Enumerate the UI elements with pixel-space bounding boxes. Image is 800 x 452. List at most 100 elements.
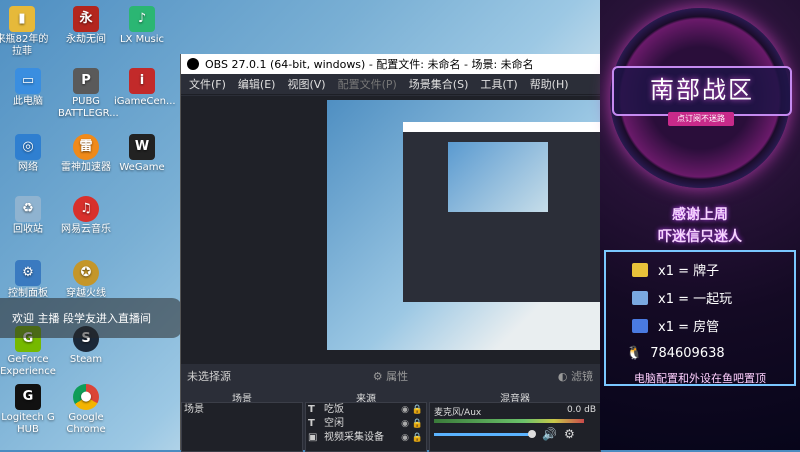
filters-label: 滤镜 [570, 370, 593, 383]
computer-icon: ▭ [15, 68, 41, 94]
obs-preview[interactable] [181, 96, 601, 364]
desktop-icon-recycle-bin[interactable]: ♻ 回收站 [0, 196, 56, 236]
desktop-icon-label: iGameCen... [114, 96, 176, 107]
gift-row: x1 = 房管 [632, 316, 719, 335]
preview-capture [327, 100, 601, 350]
gift-row-text: x1 = 房管 [658, 320, 720, 335]
mixer-dock-title: 混音器 [429, 390, 601, 405]
badge-icon [632, 262, 648, 277]
music-icon: ♪ [129, 6, 155, 32]
desktop-icon-wegame[interactable]: W WeGame [114, 134, 170, 174]
source-item[interactable]: T 空闲 ◉ 🔒 [306, 417, 426, 431]
gear-icon: ⚙ [372, 370, 383, 383]
thanks-line-2: 吓迷信只迷人 [658, 229, 742, 245]
source-item-label: 吃饭 [324, 404, 344, 415]
desktop-icon-pubg[interactable]: P PUBG BATTLEGR... [58, 68, 119, 120]
desktop-icon-crossfire[interactable]: ✪ 穿越火线 [58, 260, 114, 300]
visibility-eye-icon[interactable]: ◉ 🔒 [401, 431, 423, 445]
desktop-icon-logitech[interactable]: G Logitech G HUB [0, 384, 56, 436]
naraka-icon: 永 [73, 6, 99, 32]
welcome-notification: 欢迎 主播 段学友进入直播间 [0, 298, 182, 338]
gift-box: x1 = 牌子 x1 = 一起玩 x1 = 房管 [604, 250, 796, 386]
scene-item-label: 场景 [184, 404, 204, 415]
filters-button[interactable]: ◐ 滤镜 [558, 368, 593, 384]
netease-music-icon: ♫ [73, 196, 99, 222]
gear-icon[interactable]: ⚙ [564, 427, 575, 441]
notification-text: 欢迎 主播 段学友进入直播间 [12, 312, 151, 325]
text-source-icon: T [308, 418, 315, 429]
menu-view[interactable]: 视图(V) [287, 76, 325, 92]
menu-tools[interactable]: 工具(T) [480, 76, 517, 92]
obs-menubar: 文件(F) 编辑(E) 视图(V) 配置文件(P) 场景集合(S) 工具(T) … [181, 74, 601, 95]
source-item-label: 视频采集设备 [324, 432, 384, 443]
desktop-icon-label: LX Music [119, 34, 165, 45]
desktop-icon-label: 雷神加速器 [61, 162, 111, 173]
desktop-icon-label: PUBG BATTLEGR... [58, 96, 119, 119]
menu-help[interactable]: 帮助(H) [530, 76, 569, 92]
network-icon: ◎ [15, 134, 41, 160]
overlay-footer: 电脑配置和外设在鱼吧置顶 [634, 372, 766, 385]
desktop-icon-control-panel[interactable]: ⚙ 控制面板 [0, 260, 56, 300]
qq-number: 784609638 [650, 346, 725, 361]
folder-icon: ▮ [9, 6, 35, 32]
source-item[interactable]: T 吃饭 ◉ 🔒 [306, 403, 426, 417]
source-item[interactable]: ▣ 视频采集设备 ◉ 🔒 [306, 431, 426, 445]
control-panel-icon: ⚙ [15, 260, 41, 286]
mixer-dock: 麦克风/Aux 0.0 dB 🔊 ⚙ [429, 402, 601, 452]
obs-title: OBS 27.0.1 (64-bit, windows) - 配置文件: 未命名… [205, 58, 534, 71]
desktop-icon-label: GeForce Experience [0, 354, 56, 377]
obs-window[interactable]: OBS 27.0.1 (64-bit, windows) - 配置文件: 未命名… [180, 54, 601, 452]
mixer-mic-slider[interactable] [434, 433, 530, 436]
desktop-icon-label: Google Chrome [66, 412, 106, 435]
scene-item[interactable]: 场景 [182, 403, 302, 417]
chrome-icon: ● [73, 384, 99, 410]
gift-row: x1 = 牌子 [632, 260, 719, 279]
leishen-icon: 雷 [73, 134, 99, 160]
desktop-icon-this-pc[interactable]: ▭ 此电脑 [0, 68, 56, 108]
properties-button[interactable]: ⚙ 属性 [373, 368, 408, 384]
menu-file[interactable]: 文件(F) [189, 76, 226, 92]
overlay-subtitle: 点订阅不迷路 [668, 112, 734, 126]
desktop-icon-chrome[interactable]: ● Google Chrome [58, 384, 114, 436]
desktop-icon-naraka[interactable]: 永 永劫无间 [58, 6, 114, 46]
desktop-icon-network[interactable]: ◎ 网络 [0, 134, 56, 174]
desktop-icon-label: WeGame [119, 162, 165, 173]
menu-edit[interactable]: 编辑(E) [238, 76, 276, 92]
source-item-label: 空闲 [324, 418, 344, 429]
desktop-icon-label: Steam [69, 354, 103, 365]
mixer-mic-meter [434, 419, 584, 423]
gift-row-text: x1 = 一起玩 [658, 292, 733, 307]
nested-obs-capture [403, 122, 601, 302]
scenes-dock-title: 场景 [181, 390, 303, 405]
mixer-mic-knob[interactable] [528, 430, 536, 438]
desktop-icon-igame[interactable]: i iGameCen... [114, 68, 176, 108]
desktop-icon-label: 来瓶82年的 拉菲 [0, 34, 49, 57]
logitech-icon: G [15, 384, 41, 410]
desktop-icon-label: 永劫无间 [66, 34, 106, 45]
sources-dock: T 吃饭 ◉ 🔒 T 空闲 ◉ 🔒 ▣ 视频采集设备 ◉ 🔒 [305, 402, 427, 452]
speaker-icon[interactable]: 🔊 [542, 427, 557, 441]
mixer-mic-db: 0.0 dB [566, 405, 596, 415]
overlay-title: 南部战区 [612, 66, 792, 116]
pubg-icon: P [73, 68, 99, 94]
desktop-icon-label: Logitech G HUB [1, 412, 55, 435]
crossfire-icon: ✪ [73, 260, 99, 286]
gift-row-text: x1 = 牌子 [658, 264, 720, 279]
camera-source-icon: ▣ [308, 432, 318, 443]
recycle-bin-icon: ♻ [15, 196, 41, 222]
obs-titlebar[interactable]: OBS 27.0.1 (64-bit, windows) - 配置文件: 未命名… [181, 54, 601, 74]
desktop-icon-folder[interactable]: ▮ 来瓶82年的 拉菲 [0, 6, 50, 58]
desktop-icon-label: 此电脑 [13, 96, 43, 107]
desktop-icon-label: 回收站 [13, 224, 43, 235]
source-toolbar: 未选择源 ⚙ 属性 ◐ 滤镜 [181, 364, 601, 388]
menu-scene-collection[interactable]: 场景集合(S) [409, 76, 469, 92]
visibility-eye-icon[interactable]: ◉ 🔒 [401, 417, 423, 431]
visibility-eye-icon[interactable]: ◉ 🔒 [401, 403, 423, 417]
desktop-icon-netease[interactable]: ♫ 网易云音乐 [58, 196, 114, 236]
qq-row: 🐧 784609638 [626, 346, 725, 361]
properties-label: 属性 [386, 370, 409, 383]
menu-profile[interactable]: 配置文件(P) [338, 76, 397, 92]
desktop-icon-lxmusic[interactable]: ♪ LX Music [114, 6, 170, 46]
desktop-icon-leishen[interactable]: 雷 雷神加速器 [58, 134, 114, 174]
no-source-selected: 未选择源 [187, 370, 231, 383]
